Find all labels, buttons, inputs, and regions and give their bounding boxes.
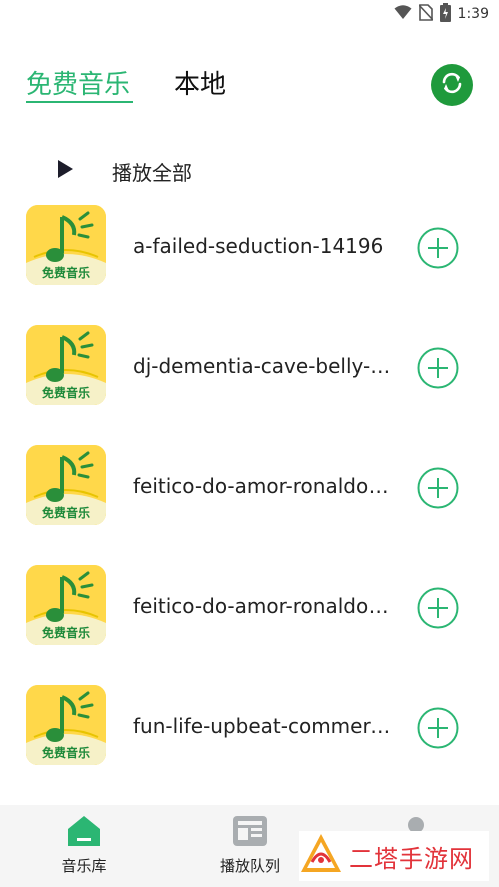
cover-label: 免费音乐 xyxy=(41,266,90,280)
song-item[interactable]: 免费音乐 a-failed-seduction-14196 xyxy=(0,205,499,289)
home-icon xyxy=(66,815,102,851)
status-icons: 1:39 xyxy=(394,2,489,26)
song-item[interactable]: 免费音乐 feitico-do-amor-ronaldo-re… xyxy=(0,565,499,649)
add-button[interactable] xyxy=(417,347,459,389)
wifi-icon xyxy=(394,4,412,24)
song-title: feitico-do-amor-ronaldo-re… xyxy=(133,474,391,498)
nav-play-queue[interactable]: 播放队列 xyxy=(190,815,310,876)
song-cover: 免费音乐 xyxy=(26,445,106,525)
song-cover: 免费音乐 xyxy=(26,205,106,285)
song-item[interactable]: 免费音乐 fun-life-upbeat-commerci… xyxy=(0,685,499,769)
refresh-button[interactable] xyxy=(431,64,473,106)
add-button[interactable] xyxy=(417,707,459,749)
add-circle-icon xyxy=(417,587,459,629)
nav-music-library[interactable]: 音乐库 xyxy=(24,815,144,876)
play-all-label: 播放全部 xyxy=(112,160,192,185)
add-circle-icon xyxy=(417,707,459,749)
status-time: 1:39 xyxy=(457,6,489,22)
play-icon xyxy=(56,159,74,183)
song-cover: 免费音乐 xyxy=(26,565,106,645)
battery-charging-icon xyxy=(439,2,451,26)
refresh-icon xyxy=(439,70,465,100)
watermark: 二塔手游网 xyxy=(299,831,489,881)
add-button[interactable] xyxy=(417,587,459,629)
cover-label: 免费音乐 xyxy=(41,626,90,640)
watermark-logo-icon xyxy=(299,832,343,880)
add-circle-icon xyxy=(417,467,459,509)
queue-icon xyxy=(232,815,268,851)
cover-label: 免费音乐 xyxy=(41,386,90,400)
cover-label: 免费音乐 xyxy=(41,746,90,760)
song-item[interactable]: 免费音乐 feitico-do-amor-ronaldo-re… xyxy=(0,445,499,529)
status-bar: 1:39 xyxy=(0,0,499,30)
add-circle-icon xyxy=(417,227,459,269)
tab-free-music[interactable]: 免费音乐 xyxy=(26,68,130,102)
song-cover: 免费音乐 xyxy=(26,685,106,765)
add-circle-icon xyxy=(417,347,459,389)
tab-local[interactable]: 本地 xyxy=(174,68,226,102)
nav-label: 播放队列 xyxy=(219,857,280,875)
nav-label: 音乐库 xyxy=(61,857,107,875)
song-cover: 免费音乐 xyxy=(26,325,106,405)
play-all-button[interactable]: 播放全部 xyxy=(56,153,192,189)
song-title: feitico-do-amor-ronaldo-re… xyxy=(133,594,391,618)
song-item[interactable]: 免费音乐 dj-dementia-cave-belly-95… xyxy=(0,325,499,409)
active-tab-indicator xyxy=(26,101,133,103)
add-button[interactable] xyxy=(417,467,459,509)
bottom-nav: 音乐库 播放队列 二塔手游网 xyxy=(0,805,499,887)
watermark-text: 二塔手游网 xyxy=(349,844,474,873)
song-title: a-failed-seduction-14196 xyxy=(133,234,384,258)
song-title: dj-dementia-cave-belly-95… xyxy=(133,354,391,378)
no-sim-icon xyxy=(417,3,434,25)
add-button[interactable] xyxy=(417,227,459,269)
song-title: fun-life-upbeat-commerci… xyxy=(133,714,391,738)
cover-label: 免费音乐 xyxy=(41,506,90,520)
header: 免费音乐 本地 xyxy=(26,64,473,108)
